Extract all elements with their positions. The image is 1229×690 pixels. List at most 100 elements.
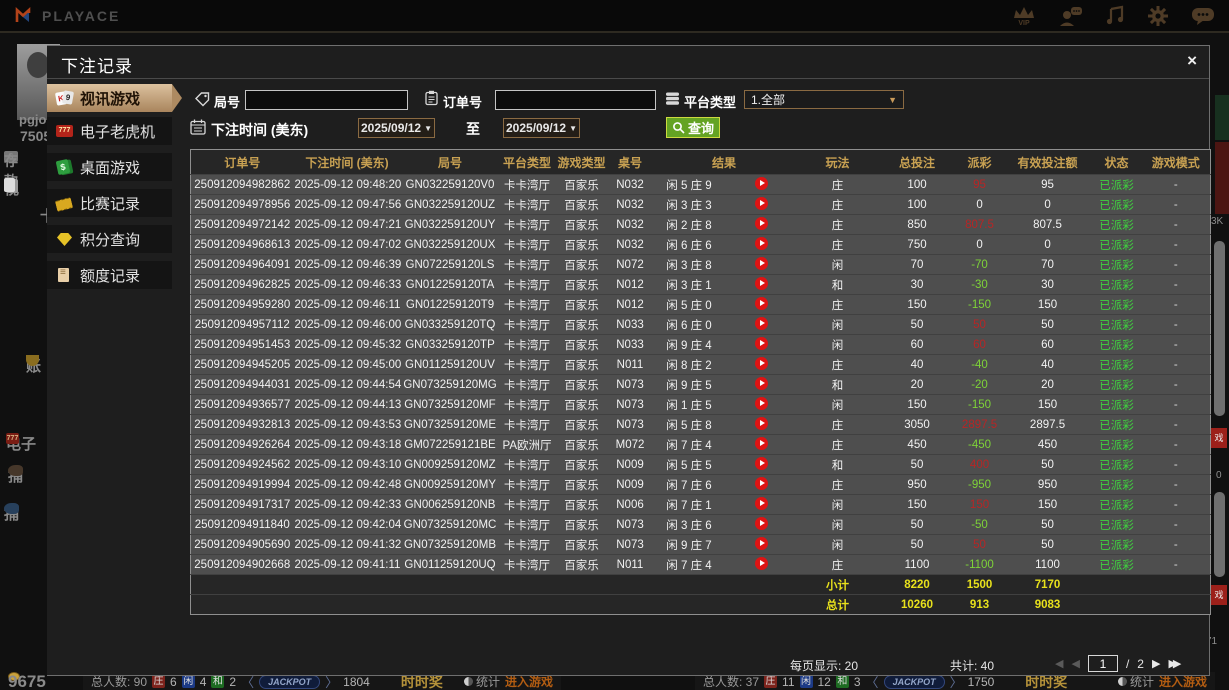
- game-type-cell: 百家乐: [554, 454, 609, 475]
- valid-bet-cell: 0: [1003, 194, 1092, 215]
- lobby-nav-label[interactable]: 捕: [4, 503, 19, 524]
- lobby-nav-label[interactable]: 捕: [8, 465, 23, 486]
- replay-play-icon[interactable]: [755, 436, 768, 450]
- page-separator: /: [1125, 656, 1130, 671]
- valid-bet-cell: 50: [1003, 514, 1092, 535]
- status-cell: 已派彩: [1091, 354, 1142, 375]
- status-cell: 已派彩: [1091, 314, 1142, 335]
- tie-badge: 和: [211, 675, 225, 688]
- table-no-cell: N073: [608, 394, 652, 415]
- payout-cell: -20: [955, 374, 1004, 395]
- method-cell: 庄: [796, 234, 879, 255]
- scrollbar[interactable]: [1214, 492, 1225, 577]
- chat-icon[interactable]: [1191, 6, 1215, 26]
- lobby-nav-label[interactable]: 账: [26, 355, 41, 376]
- sidebar-item-slot[interactable]: 电子老虎机: [47, 117, 172, 145]
- prev-page-icon[interactable]: ◀: [1071, 657, 1079, 670]
- payout-cell: -150: [955, 394, 1004, 415]
- lobby-nav-label[interactable]: 777 电子: [6, 433, 36, 454]
- replay-cell: [726, 374, 797, 395]
- music-icon[interactable]: [1105, 5, 1125, 27]
- platform-cell: 卡卡湾厅: [499, 294, 555, 315]
- date-to-picker[interactable]: 2025/09/12 ▼: [503, 118, 580, 138]
- table-no-cell: N073: [608, 514, 652, 535]
- result-cell: 闲 8 庄 2: [651, 354, 727, 375]
- mode-cell: -: [1141, 514, 1211, 535]
- sidebar-item-tablegames[interactable]: 桌面游戏: [47, 153, 172, 181]
- valid-bet-cell: 1100: [1003, 554, 1092, 575]
- order-cell: 250912094905690: [190, 534, 294, 555]
- time-cell: 2025-09-12 09:46:33: [293, 274, 401, 295]
- scrollbar[interactable]: [1214, 241, 1225, 416]
- result-cell: 闲 1 庄 5: [651, 394, 727, 415]
- last-page-icon[interactable]: ▶▶: [1168, 657, 1181, 670]
- replay-play-icon[interactable]: [755, 316, 768, 330]
- order-cell: 250912094944031: [190, 374, 294, 395]
- replay-play-icon[interactable]: [755, 376, 768, 390]
- sidebar-item-cards[interactable]: 视讯游戏: [47, 84, 182, 112]
- close-icon[interactable]: ×: [1187, 51, 1197, 71]
- order-cell: 250912094945205: [190, 354, 294, 375]
- table-row: 250912094919994 2025-09-12 09:42:48 GN00…: [190, 474, 1211, 495]
- status-cell: 已派彩: [1091, 474, 1142, 495]
- replay-cell: [726, 354, 797, 375]
- support-icon[interactable]: [1059, 5, 1083, 27]
- sidebar-item-doc[interactable]: 额度记录: [47, 261, 172, 289]
- result-cell: 闲 7 庄 6: [651, 474, 727, 495]
- replay-play-icon[interactable]: [755, 536, 768, 550]
- replay-play-icon[interactable]: [755, 396, 768, 410]
- page-number-input[interactable]: [1087, 655, 1118, 672]
- replay-play-icon[interactable]: [755, 416, 768, 430]
- replay-play-icon[interactable]: [755, 556, 768, 570]
- platform-cell: 卡卡湾厅: [499, 254, 555, 275]
- replay-play-icon[interactable]: [755, 456, 768, 470]
- replay-cell: [726, 534, 797, 555]
- game-type-cell: 百家乐: [554, 514, 609, 535]
- record-count-label: 共计: 40: [950, 659, 995, 673]
- time-cell: 2025-09-12 09:47:21: [293, 214, 401, 235]
- replay-play-icon[interactable]: [755, 276, 768, 290]
- method-cell: 闲: [796, 394, 879, 415]
- replay-play-icon[interactable]: [755, 296, 768, 310]
- sidebar-item-diamond[interactable]: 积分查询: [47, 225, 172, 253]
- platform-select[interactable]: 1.全部 ▼: [744, 90, 904, 109]
- search-button[interactable]: 查询: [666, 117, 720, 138]
- page-size-label: 每页显示: 20: [790, 659, 859, 673]
- sidebar-item-ticket[interactable]: 比赛记录: [47, 189, 172, 217]
- game-type-cell: 百家乐: [554, 494, 609, 515]
- time-cell: 2025-09-12 09:45:32: [293, 334, 401, 355]
- replay-play-icon[interactable]: [755, 196, 768, 210]
- replay-play-icon[interactable]: [755, 356, 768, 370]
- valid-bet-cell: 40: [1003, 354, 1092, 375]
- vip-icon[interactable]: VIP: [1011, 5, 1037, 27]
- mode-cell: -: [1141, 474, 1211, 495]
- valid-bet-cell: 50: [1003, 534, 1092, 555]
- round-cell: GN033259120TP: [400, 334, 500, 355]
- playace-logo[interactable]: PLAYACE: [14, 6, 120, 26]
- date-from-picker[interactable]: 2025/09/12 ▼: [358, 118, 435, 138]
- replay-play-icon[interactable]: [755, 176, 768, 190]
- replay-play-icon[interactable]: [755, 236, 768, 250]
- username: pgjo: [19, 112, 47, 127]
- first-page-icon[interactable]: ◀: [1055, 657, 1063, 670]
- time-cell: 2025-09-12 09:46:00: [293, 314, 401, 335]
- replay-play-icon[interactable]: [755, 256, 768, 270]
- replay-play-icon[interactable]: [755, 476, 768, 490]
- lobby-nav-label[interactable]: 视: [4, 178, 19, 199]
- records-body: 250912094982862 2025-09-12 09:48:20 GN03…: [190, 174, 1211, 575]
- table-summary: 小计 8220 1500 7170 总计 10260 913 9083: [190, 574, 1211, 615]
- replay-play-icon[interactable]: [755, 516, 768, 530]
- replay-play-icon[interactable]: [755, 216, 768, 230]
- replay-cell: [726, 174, 797, 195]
- valid-bet-cell: 0: [1003, 234, 1092, 255]
- settings-icon[interactable]: [1147, 5, 1169, 27]
- replay-play-icon[interactable]: [755, 496, 768, 510]
- table-header-row: 订单号 下注时间 (美东) 局号 平台类型 游戏类型 桌号 结果 玩法 总投注 …: [190, 149, 1211, 175]
- payout-cell: -70: [955, 254, 1004, 275]
- next-page-icon[interactable]: ▶: [1152, 657, 1160, 670]
- bet-cell: 150: [878, 494, 956, 515]
- round-input[interactable]: [245, 90, 408, 110]
- round-cell: GN012259120TA: [400, 274, 500, 295]
- order-input[interactable]: [495, 90, 656, 110]
- replay-play-icon[interactable]: [755, 336, 768, 350]
